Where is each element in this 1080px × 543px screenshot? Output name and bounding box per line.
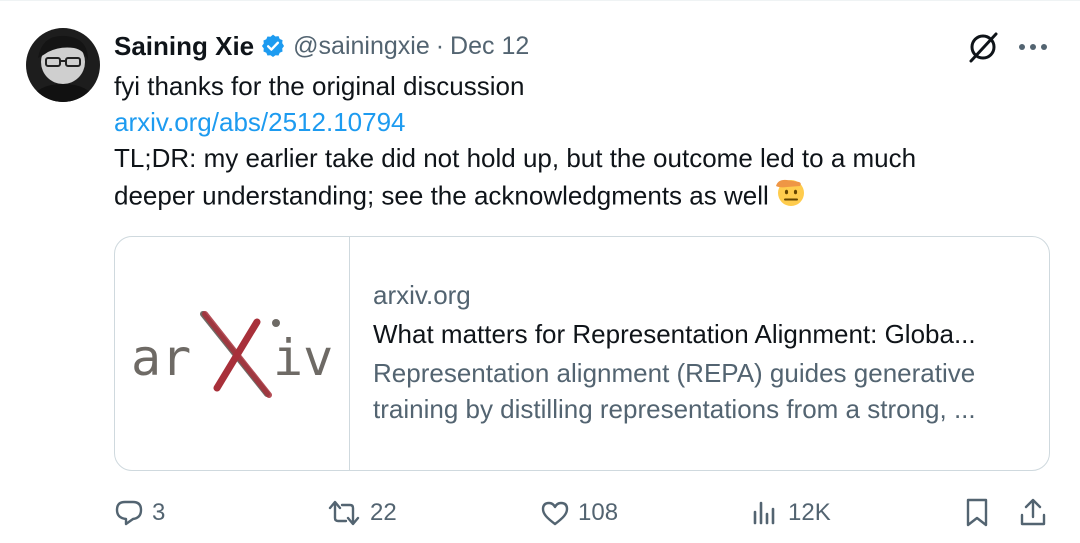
reply-icon: [115, 500, 143, 526]
tweet-text-line-3: TL;DR: my earlier take did not hold up, …: [114, 143, 917, 173]
repost-icon: [328, 500, 360, 526]
top-divider: [0, 0, 1080, 1]
card-description: Representation alignment (REPA) guides g…: [373, 355, 1033, 427]
tweet-top-actions: [966, 30, 1048, 64]
bookmark-button[interactable]: [962, 494, 992, 532]
repost-button[interactable]: 22: [326, 494, 397, 532]
card-description-line-2: training by distilling representations f…: [373, 394, 976, 424]
separator-dot: ·: [435, 31, 445, 60]
heart-icon: [541, 501, 569, 526]
views-button[interactable]: 12K: [750, 494, 831, 532]
share-button[interactable]: [1018, 494, 1048, 532]
tweet-text-line-1: fyi thanks for the original discussion: [114, 71, 525, 101]
tweet-text-line-4-text: deeper understanding; see the acknowledg…: [114, 180, 769, 211]
reply-count: 3: [152, 499, 166, 526]
views-icon: [753, 501, 775, 525]
tweet-link[interactable]: arxiv.org/abs/2512.10794: [114, 104, 1014, 140]
author-name[interactable]: Saining Xie: [114, 31, 254, 62]
saluting-face-icon: [773, 174, 807, 217]
tweet-text-line-4: deeper understanding; see the acknowledg…: [114, 176, 1014, 219]
tweet-date[interactable]: Dec 12: [450, 32, 529, 61]
share-icon: [1020, 498, 1046, 526]
card-description-line-1: Representation alignment (REPA) guides g…: [373, 358, 976, 388]
like-button[interactable]: 108: [540, 494, 618, 532]
reply-button[interactable]: 3: [114, 494, 165, 532]
bookmark-icon: [966, 498, 988, 527]
card-domain: arxiv.org: [373, 280, 471, 310]
author-handle[interactable]: @sainingxie: [293, 32, 430, 61]
card-body: arxiv.org What matters for Representatio…: [373, 277, 1033, 427]
svg-text:ar: ar: [131, 329, 191, 387]
avatar[interactable]: [26, 28, 100, 102]
more-options-icon[interactable]: [1018, 42, 1048, 52]
action-bar: 3 22 108 12K: [0, 494, 1080, 534]
views-count: 12K: [788, 499, 831, 526]
link-preview-card[interactable]: ar iv arxiv.org What matters for Represe…: [114, 236, 1050, 471]
svg-text:iv: iv: [273, 329, 333, 387]
repost-count: 22: [370, 499, 397, 526]
arxiv-logo: ar iv: [115, 237, 350, 470]
tweet-header: Saining Xie @sainingxie · Dec 12: [114, 28, 529, 64]
card-title[interactable]: What matters for Representation Alignmen…: [373, 315, 1033, 353]
like-count: 108: [578, 499, 619, 526]
verified-badge-icon: [260, 33, 286, 59]
grok-icon[interactable]: [966, 30, 1000, 64]
